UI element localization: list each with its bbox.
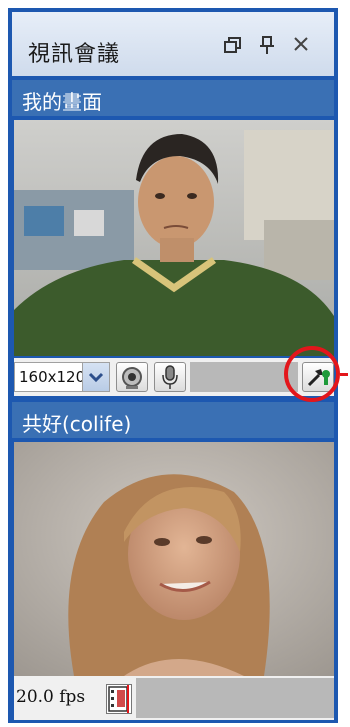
pin-button[interactable] (254, 34, 280, 60)
microphone-button[interactable] (154, 362, 186, 392)
remote-video-frame (14, 442, 334, 676)
status-fill (136, 678, 334, 718)
fps-label: 20.0 fps (16, 687, 86, 707)
remote-section-title: 共好(colife) (22, 412, 132, 436)
local-video-frame (14, 120, 334, 356)
panel-title: 視訊會議 (28, 42, 121, 67)
resolution-dropdown-button[interactable] (82, 363, 109, 391)
camera-icon (122, 367, 142, 389)
highlight-circle (284, 346, 340, 402)
highlight-pointer (340, 373, 348, 376)
close-icon (294, 37, 308, 51)
resolution-value: 160x120 (19, 368, 86, 386)
microphone-icon (162, 365, 178, 389)
panel-titlebar: 視訊會議 (12, 12, 334, 76)
local-video (14, 120, 334, 356)
local-section-title: 我的畫面 (22, 90, 102, 114)
local-section-header: 我的畫面 (12, 80, 334, 116)
page: 視訊會議 我的畫面 160x120 共好(colife) 20.0 fps (0, 0, 350, 727)
remote-section-header: 共好(colife) (12, 402, 334, 438)
resolution-select[interactable]: 160x120 (14, 362, 110, 392)
close-button[interactable] (288, 34, 314, 60)
restore-icon (224, 37, 241, 53)
chevron-down-icon (88, 372, 104, 383)
remote-status-bar: 20.0 fps (14, 676, 334, 720)
restore-button[interactable] (220, 34, 246, 60)
camera-button[interactable] (116, 362, 148, 392)
pin-icon (260, 36, 274, 54)
remote-video (14, 442, 334, 676)
record-button[interactable] (106, 684, 132, 714)
film-icon (108, 685, 129, 713)
audio-level-bar (190, 362, 298, 392)
